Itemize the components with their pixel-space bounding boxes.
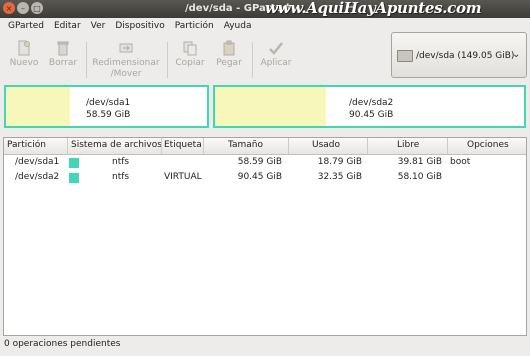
column-separator	[367, 138, 368, 154]
cell-libre: 39.81 GiB	[397, 157, 442, 167]
partition-block-label: /dev/sda1 58.59 GiB	[86, 97, 130, 121]
cell-libre: 58.10 GiB	[397, 172, 442, 182]
cell-filesystem: ntfs	[112, 157, 130, 167]
cell-etiqueta: VIRTUAL	[164, 172, 202, 182]
close-button[interactable]: ×	[3, 2, 15, 14]
used-space-bar	[6, 87, 71, 126]
menu-dispositivo[interactable]: Dispositivo	[115, 21, 164, 31]
apply-check-icon	[269, 42, 283, 55]
nuevo-button[interactable]: Nuevo	[8, 40, 40, 69]
copiar-label: Copiar	[175, 58, 205, 68]
watermark: www.AquiHayApuntes.com	[265, 0, 482, 17]
used-space-bar	[215, 87, 327, 126]
column-separator	[288, 138, 289, 154]
cell-tamano: 90.45 GiB	[237, 172, 282, 182]
toolbar-separator	[167, 42, 168, 78]
chevron-down-icon: ⌄	[512, 49, 521, 60]
partition-size: 58.59 GiB	[86, 110, 131, 120]
window-controls: × – □	[3, 2, 43, 14]
filesystem-color-swatch	[69, 173, 79, 183]
aplicar-label: Aplicar	[260, 58, 292, 68]
menu-gparted[interactable]: GParted	[8, 21, 44, 31]
aplicar-button[interactable]: Aplicar	[258, 40, 294, 69]
paste-icon	[223, 40, 235, 56]
copy-icon	[183, 41, 197, 56]
cell-opciones: boot	[450, 157, 471, 167]
toolbar-separator	[252, 42, 253, 78]
status-bar: 0 operaciones pendientes	[4, 339, 121, 349]
column-header-usado[interactable]: Usado	[312, 140, 340, 150]
menu-ayuda[interactable]: Ayuda	[224, 21, 252, 31]
nuevo-label: Nuevo	[9, 58, 39, 68]
menu-ver[interactable]: Ver	[91, 21, 106, 31]
table-row[interactable]: /dev/sda2 ntfs VIRTUAL 90.45 GiB 32.35 G…	[4, 170, 526, 185]
minimize-button[interactable]: –	[17, 2, 29, 14]
resize-icon	[119, 43, 133, 53]
device-selector[interactable]: /dev/sda (149.05 GiB) ⌄	[391, 32, 527, 78]
column-header-opciones[interactable]: Opciones	[467, 140, 509, 150]
partition-block-sda1[interactable]: /dev/sda1 58.59 GiB	[4, 85, 209, 128]
cell-usado: 32.35 GiB	[317, 172, 362, 182]
cell-particion: /dev/sda2	[15, 172, 60, 182]
pegar-label: Pegar	[216, 58, 242, 68]
column-separator	[161, 138, 162, 154]
column-header-sistema[interactable]: Sistema de archivos	[71, 140, 162, 150]
column-separator	[203, 138, 204, 154]
copiar-button[interactable]: Copiar	[174, 40, 206, 69]
table-row[interactable]: /dev/sda1 ntfs 58.59 GiB 18.79 GiB 39.81…	[4, 155, 526, 170]
partition-map: /dev/sda1 58.59 GiB /dev/sda2 90.45 GiB	[4, 84, 526, 132]
redimensionar-button[interactable]: Redimensionar /Mover	[90, 40, 162, 80]
filesystem-color-swatch	[69, 158, 79, 168]
menu-particion[interactable]: Partición	[175, 21, 214, 31]
redimensionar-label: Redimensionar	[92, 58, 160, 68]
partition-block-label: /dev/sda2 90.45 GiB	[349, 97, 393, 121]
table-header: Partición Sistema de archivos Etiqueta T…	[4, 138, 526, 155]
device-label: /dev/sda (149.05 GiB)	[416, 51, 515, 61]
pegar-button[interactable]: Pegar	[213, 40, 245, 69]
column-header-tamano[interactable]: Tamaño	[228, 140, 263, 150]
maximize-button[interactable]: □	[31, 2, 43, 14]
column-separator	[67, 138, 68, 154]
borrar-label: Borrar	[48, 58, 78, 68]
harddisk-icon	[397, 50, 413, 62]
new-icon	[18, 40, 30, 56]
menu-editar[interactable]: Editar	[54, 21, 81, 31]
mover-label: /Mover	[110, 69, 142, 79]
column-header-particion[interactable]: Partición	[7, 140, 46, 150]
column-header-etiqueta[interactable]: Etiqueta	[164, 140, 202, 150]
cell-particion: /dev/sda1	[15, 157, 60, 167]
cell-tamano: 58.59 GiB	[237, 157, 282, 167]
partition-name: /dev/sda2	[349, 98, 394, 108]
cell-usado: 18.79 GiB	[317, 157, 362, 167]
partition-name: /dev/sda1	[86, 98, 131, 108]
partition-table: Partición Sistema de archivos Etiqueta T…	[3, 137, 527, 336]
borrar-button[interactable]: Borrar	[47, 40, 79, 69]
toolbar-separator	[86, 42, 87, 78]
delete-icon	[57, 41, 69, 56]
partition-size: 90.45 GiB	[349, 110, 394, 120]
partition-block-sda2[interactable]: /dev/sda2 90.45 GiB	[213, 85, 526, 128]
title-bar: × – □ /dev/sda - GParted www.AquiHayApun…	[0, 0, 530, 18]
column-header-libre[interactable]: Libre	[397, 140, 419, 150]
cell-filesystem: ntfs	[112, 172, 130, 182]
column-separator	[447, 138, 448, 154]
